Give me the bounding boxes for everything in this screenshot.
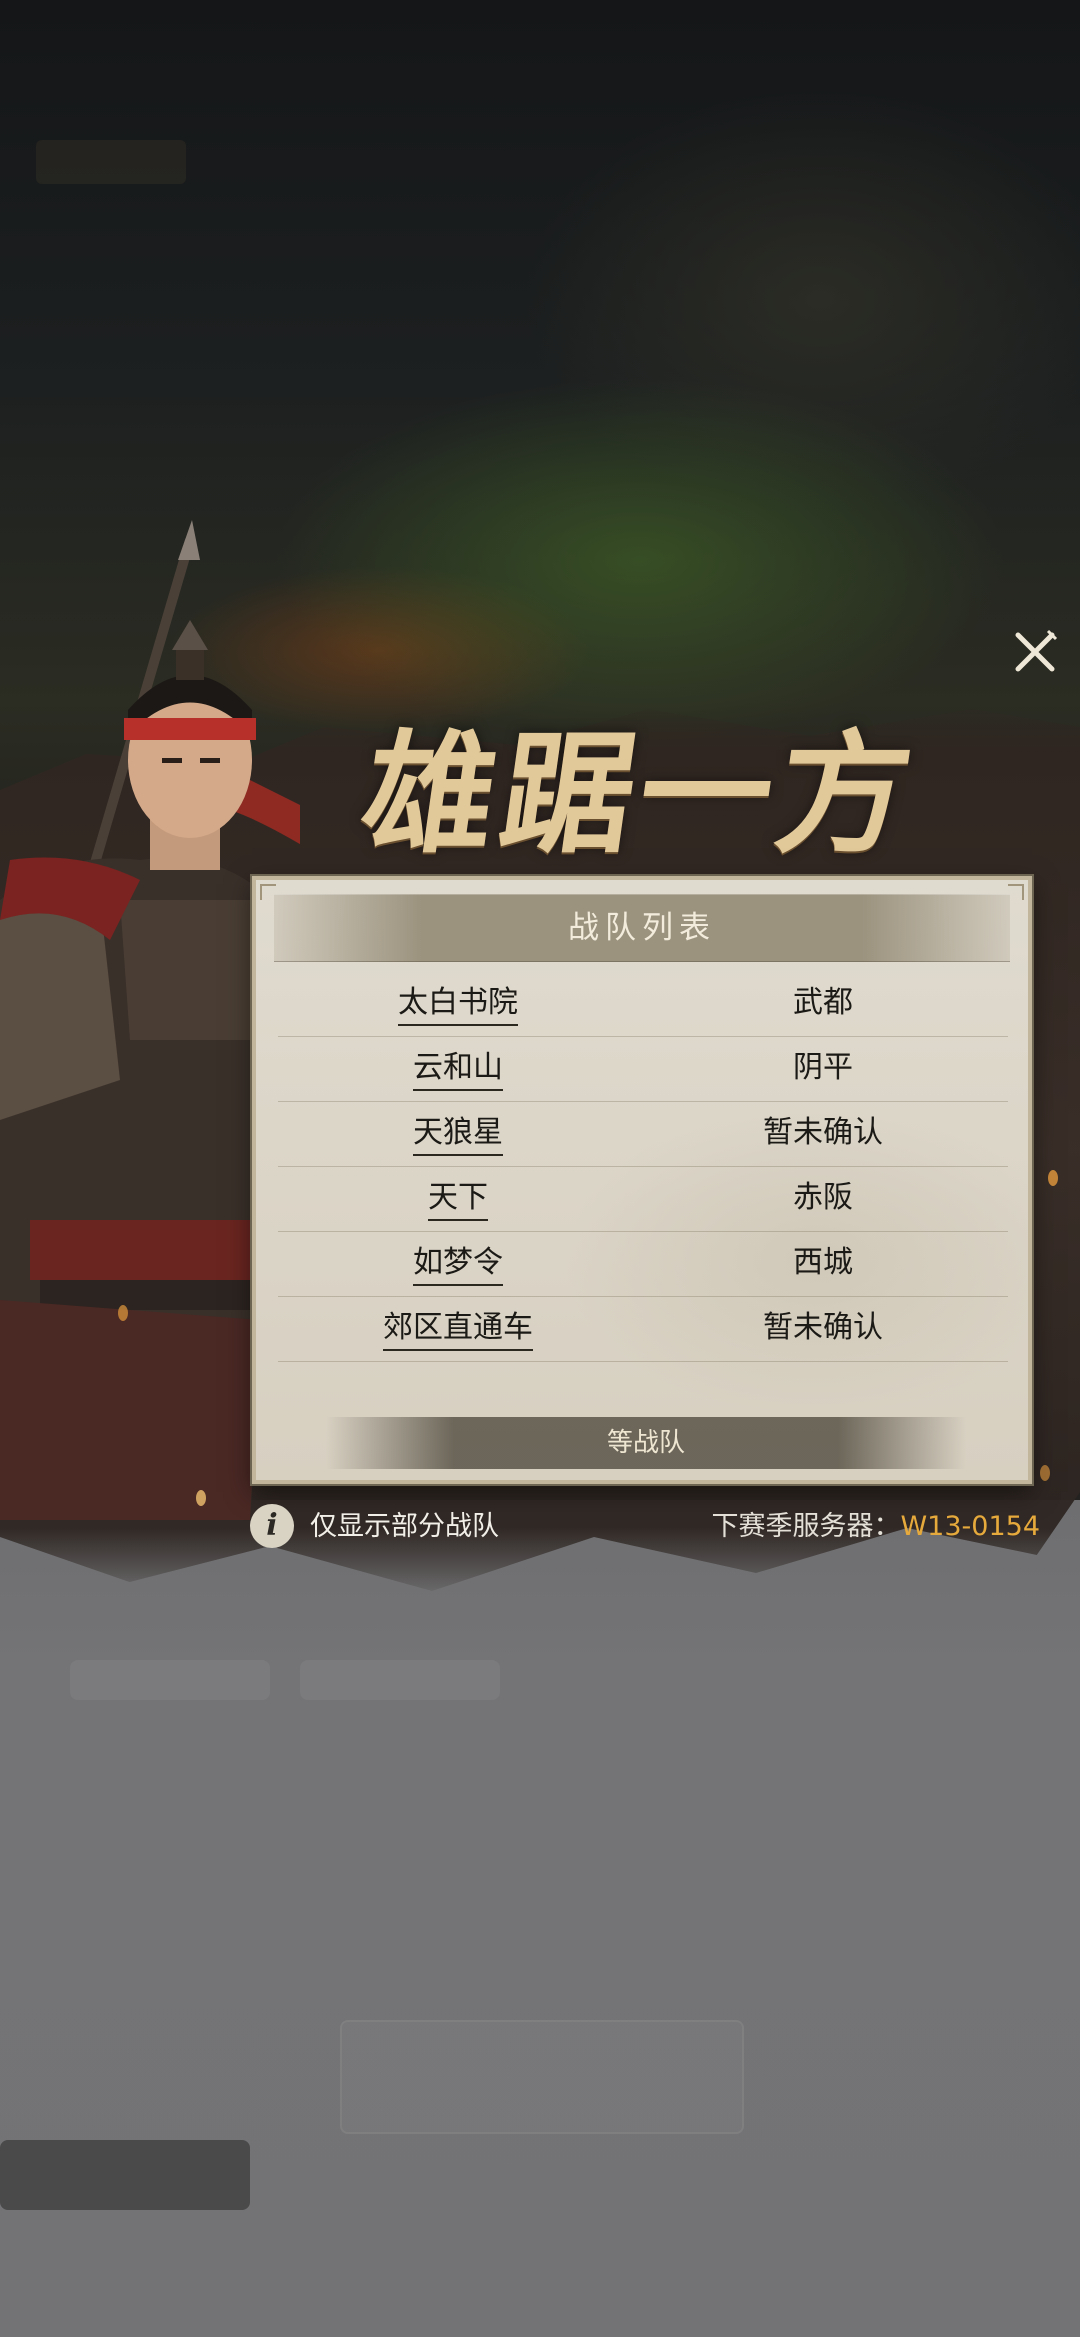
team-list-panel: 战队列表 太白书院 武都 云和山 阴平 天狼星 暂未确认 天下 赤阪 如梦令 西…	[252, 876, 1032, 1484]
team-row: 天下 赤阪	[278, 1167, 1008, 1232]
ember-particle	[1048, 1170, 1058, 1186]
next-season-server: 下赛季服务器：W13-0154	[711, 1502, 1040, 1552]
blurred-item	[0, 2140, 250, 2210]
panel-footer-text: 等战队	[326, 1417, 966, 1469]
background-dimmed-lower	[0, 1500, 1080, 2337]
close-icon[interactable]	[1008, 625, 1062, 679]
panel-corner-ornament	[260, 884, 276, 900]
team-server: 阴平	[793, 1050, 853, 1085]
blurred-button	[340, 2020, 744, 2134]
team-row: 太白书院 武都	[278, 972, 1008, 1037]
info-icon[interactable]: i	[250, 1504, 294, 1548]
team-server: 暂未确认	[763, 1115, 883, 1150]
page-title: 雄踞一方	[353, 717, 927, 872]
next-season-label: 下赛季服务器：	[711, 1511, 901, 1542]
team-list: 太白书院 武都 云和山 阴平 天狼星 暂未确认 天下 赤阪 如梦令 西城 郊区直…	[278, 972, 1008, 1362]
team-name-link[interactable]: 天狼星	[278, 1102, 638, 1166]
next-season-server-value: W13-0154	[900, 1511, 1040, 1542]
info-text: 仅显示部分战队	[310, 1511, 499, 1542]
ember-particle	[1040, 1465, 1050, 1481]
team-server: 暂未确认	[763, 1310, 883, 1345]
blurred-item	[300, 1660, 500, 1700]
team-row: 天狼星 暂未确认	[278, 1102, 1008, 1167]
panel-corner-ornament	[1008, 884, 1024, 900]
team-name-link[interactable]: 如梦令	[278, 1232, 638, 1296]
panel-title: 战队列表	[568, 910, 716, 946]
ember-particle	[118, 1305, 128, 1321]
panel-header: 战队列表	[274, 894, 1010, 962]
team-row: 郊区直通车 暂未确认	[278, 1297, 1008, 1362]
ember-particle	[196, 1490, 206, 1506]
team-row: 云和山 阴平	[278, 1037, 1008, 1102]
team-server: 西城	[793, 1245, 853, 1280]
team-server: 赤阪	[793, 1180, 853, 1215]
blurred-item	[70, 1660, 270, 1700]
blurred-tab	[36, 140, 186, 184]
team-row: 如梦令 西城	[278, 1232, 1008, 1297]
team-name-link[interactable]: 天下	[278, 1167, 638, 1231]
team-name-link[interactable]: 郊区直通车	[278, 1297, 638, 1361]
team-name-link[interactable]: 太白书院	[278, 972, 638, 1036]
team-name-link[interactable]: 云和山	[278, 1037, 638, 1101]
team-server: 武都	[793, 985, 853, 1020]
